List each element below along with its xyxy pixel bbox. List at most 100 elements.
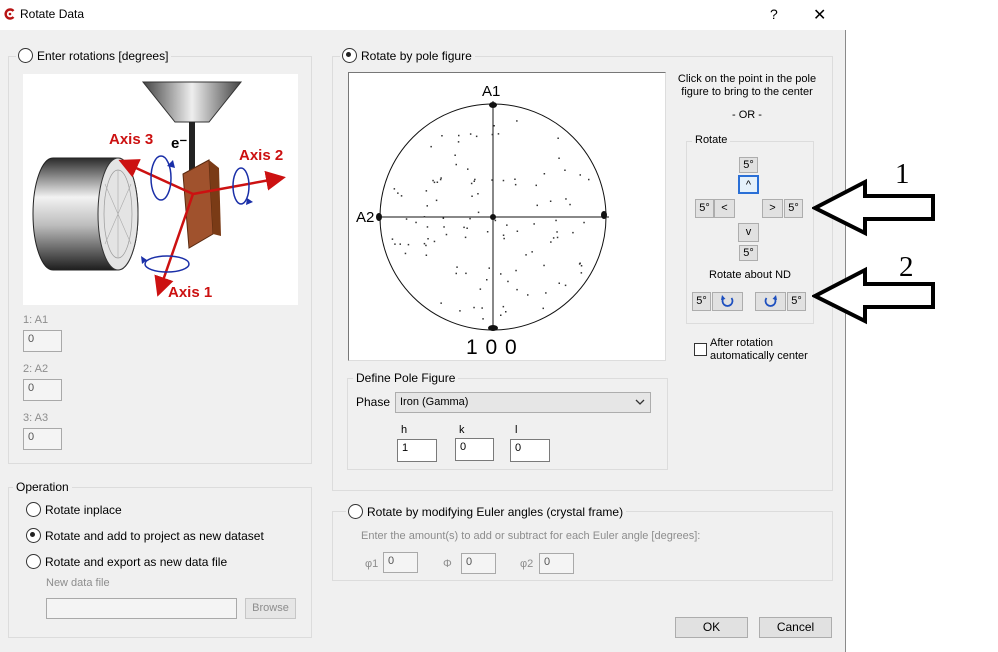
pole-point bbox=[394, 243, 396, 245]
title-bar bbox=[0, 0, 846, 30]
pole-point bbox=[423, 242, 426, 245]
axis3-label: Axis 3 bbox=[109, 131, 154, 148]
rotate-cw-step[interactable]: 5° bbox=[787, 292, 806, 311]
rotate-up-button[interactable]: ^ bbox=[738, 175, 759, 194]
rotate-inplace-option[interactable]: Rotate inplace bbox=[26, 502, 122, 517]
rotate-up-step[interactable]: 5° bbox=[739, 157, 758, 173]
rotate-right-step[interactable]: 5° bbox=[784, 199, 803, 218]
rotate-cw-icon bbox=[764, 295, 777, 307]
pole-figure-canvas[interactable]: A1 A2 1 0 0 bbox=[348, 72, 666, 361]
pole-point bbox=[425, 254, 428, 256]
pole-point bbox=[400, 195, 403, 197]
euler-radio[interactable] bbox=[348, 504, 363, 519]
l-field[interactable]: 0 bbox=[510, 439, 550, 462]
pole-point bbox=[426, 205, 428, 207]
rotate-export-radio[interactable] bbox=[26, 554, 41, 569]
chevron-down-icon bbox=[635, 399, 645, 405]
k-field[interactable]: 0 bbox=[455, 438, 494, 461]
close-button[interactable]: ✕ bbox=[813, 5, 826, 25]
pole-point bbox=[465, 272, 467, 275]
rotate-left-button[interactable]: < bbox=[714, 199, 735, 218]
pole-point bbox=[405, 218, 408, 220]
pole-point bbox=[467, 168, 469, 170]
phase-select[interactable]: Iron (Gamma) bbox=[395, 392, 651, 413]
pole-point bbox=[500, 273, 502, 275]
pole-figure-radio[interactable] bbox=[342, 48, 357, 63]
pole-point bbox=[580, 265, 583, 267]
new-data-file-field[interactable] bbox=[46, 598, 237, 619]
Phi-field[interactable]: 0 bbox=[461, 553, 496, 574]
pole-point bbox=[475, 135, 478, 138]
Phi-label: Φ bbox=[443, 558, 452, 570]
rotate-add-label: Rotate and add to project as new dataset bbox=[45, 528, 264, 543]
pole-point bbox=[552, 237, 555, 239]
pole-point bbox=[456, 266, 458, 268]
pole-point bbox=[588, 178, 590, 181]
rotate-export-option[interactable]: Rotate and export as new data file bbox=[26, 554, 227, 569]
pole-figure-plot[interactable] bbox=[349, 73, 665, 360]
auto-center-checkbox[interactable] bbox=[694, 343, 707, 356]
pole-point bbox=[425, 244, 427, 247]
a1-label: A1 bbox=[482, 83, 501, 100]
enter-rotations-label: Enter rotations [degrees] bbox=[37, 48, 169, 63]
pole-point bbox=[491, 133, 494, 136]
phi2-field[interactable]: 0 bbox=[539, 553, 574, 574]
rotate-inplace-radio[interactable] bbox=[26, 502, 41, 517]
rotate-down-step[interactable]: 5° bbox=[739, 245, 758, 261]
pole-point bbox=[397, 192, 399, 194]
pole-point bbox=[457, 141, 460, 143]
axis-a3-field[interactable]: 0 bbox=[23, 428, 62, 450]
pole-point bbox=[473, 306, 475, 309]
pole-point bbox=[391, 238, 394, 240]
pole-point bbox=[503, 237, 505, 240]
pole-point bbox=[564, 169, 566, 171]
pole-index-label: 1 0 0 bbox=[466, 336, 518, 359]
pole-figure-legend: Rotate by pole figure bbox=[340, 48, 475, 63]
ok-button[interactable]: OK bbox=[675, 617, 748, 638]
app-logo-icon bbox=[4, 8, 16, 20]
pole-point bbox=[455, 272, 457, 275]
pole-point bbox=[470, 182, 473, 185]
rotate-cw-button[interactable] bbox=[755, 292, 786, 311]
enter-rotations-radio[interactable] bbox=[18, 48, 33, 63]
pole-point bbox=[558, 282, 560, 284]
rotate-add-option[interactable]: Rotate and add to project as new dataset bbox=[26, 528, 264, 543]
axis-a2-field[interactable]: 0 bbox=[23, 379, 62, 401]
pole-point bbox=[505, 311, 507, 313]
pole-point bbox=[486, 279, 488, 281]
pole-point bbox=[432, 179, 434, 182]
phase-select-value: Iron (Gamma) bbox=[400, 396, 469, 408]
rotate-about-nd-title: Rotate about ND bbox=[709, 269, 791, 281]
rotate-ccw-step[interactable]: 5° bbox=[692, 292, 711, 311]
rotate-ccw-button[interactable] bbox=[712, 292, 743, 311]
browse-button[interactable]: Browse bbox=[245, 598, 296, 619]
rotate-add-radio[interactable] bbox=[26, 528, 41, 543]
pole-point bbox=[482, 318, 484, 320]
pole-point bbox=[469, 217, 471, 220]
l-label: l bbox=[515, 424, 518, 436]
h-field[interactable]: 1 bbox=[397, 439, 437, 462]
pole-point bbox=[536, 204, 538, 207]
pole-point bbox=[497, 133, 500, 135]
pole-point bbox=[479, 288, 482, 290]
euler-hint: Enter the amount(s) to add or subtract f… bbox=[361, 530, 701, 542]
help-button[interactable]: ? bbox=[770, 6, 778, 22]
pole-point bbox=[531, 251, 533, 253]
pole-point bbox=[433, 240, 436, 243]
axis-a3-label: 3: A3 bbox=[23, 412, 49, 424]
rotate-right-button[interactable]: > bbox=[762, 199, 783, 218]
rotate-left-step[interactable]: 5° bbox=[695, 199, 714, 218]
phi1-field[interactable]: 0 bbox=[383, 552, 418, 573]
rotate-down-button[interactable]: v bbox=[738, 223, 759, 242]
pole-point bbox=[481, 307, 483, 309]
pole-point bbox=[445, 233, 448, 236]
pole-point bbox=[535, 184, 537, 187]
pole-point bbox=[502, 305, 505, 308]
cancel-button[interactable]: Cancel bbox=[759, 617, 832, 638]
pole-point bbox=[477, 193, 479, 195]
pole-point bbox=[502, 179, 505, 182]
axis-a1-field[interactable]: 0 bbox=[23, 330, 62, 352]
pole-point bbox=[474, 178, 476, 181]
pole-point bbox=[583, 221, 585, 224]
pole-point bbox=[533, 223, 535, 225]
